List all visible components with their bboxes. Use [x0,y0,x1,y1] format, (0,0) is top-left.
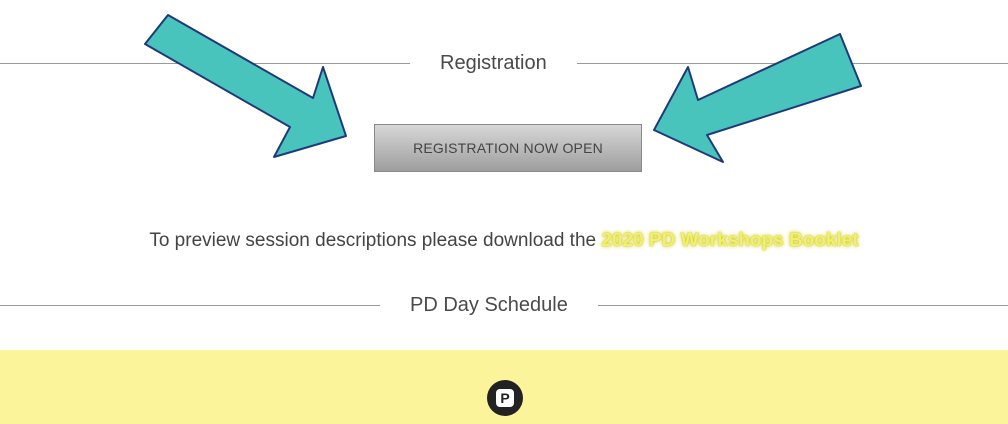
arrow-down-left-icon [653,33,862,163]
arrow-down-right-icon [144,14,347,158]
arrows-overlay [144,14,862,163]
